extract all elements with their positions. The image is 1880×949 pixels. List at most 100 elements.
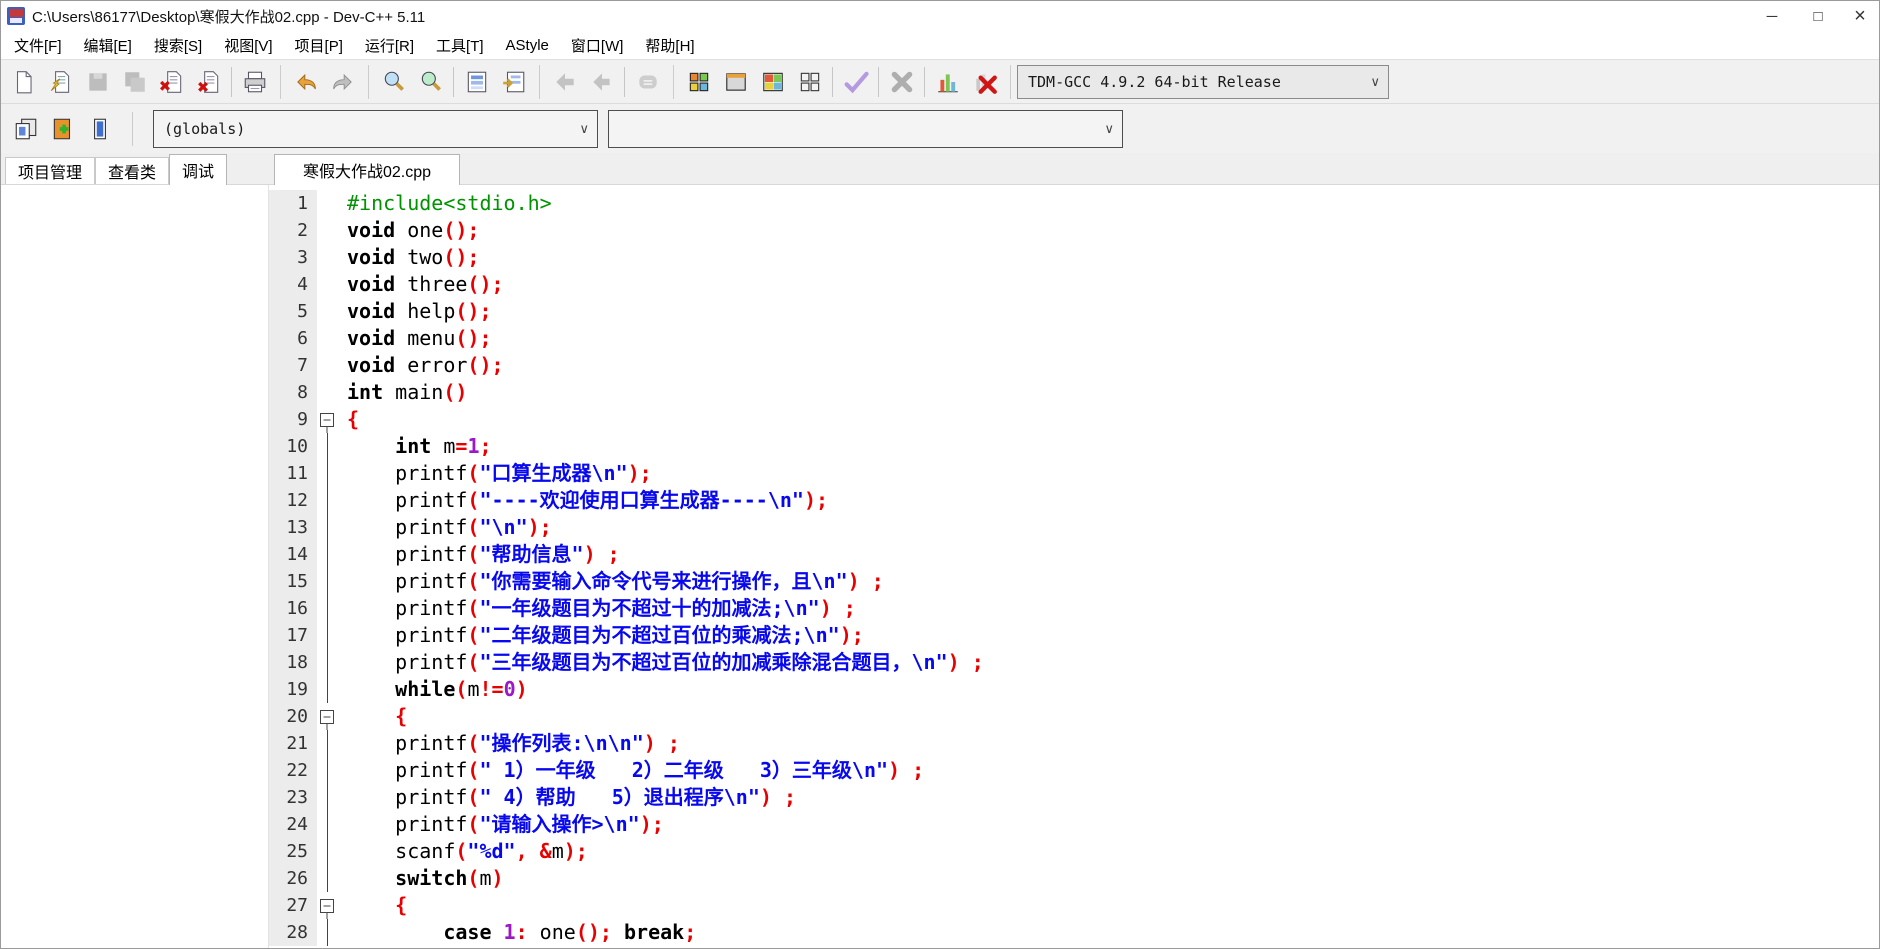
code-line[interactable]: 15 printf("你需要输入命令代号来进行操作，且\n") ; <box>269 568 1879 595</box>
code-area[interactable]: 1 #include<stdio.h> 2 void one(); 3 void two(… <box>269 185 1879 948</box>
code-line[interactable]: 5 void help(); <box>269 298 1879 325</box>
code-line-text[interactable]: void three(); <box>343 271 1879 298</box>
code-line[interactable]: 24 printf("请输入操作>\n"); <box>269 811 1879 838</box>
run-button[interactable] <box>717 65 754 99</box>
close-all-button[interactable] <box>190 65 227 99</box>
code-line[interactable]: 4 void three(); <box>269 271 1879 298</box>
code-line-text[interactable]: #include<stdio.h> <box>343 190 1879 217</box>
code-line-text[interactable]: printf("三年级题目为不超过百位的加减乘除混合题目，\n") ; <box>343 649 1879 676</box>
code-line-text[interactable]: { <box>343 406 1879 433</box>
redo-button[interactable] <box>324 65 361 99</box>
find-in-files-button[interactable] <box>412 65 449 99</box>
code-line-text[interactable]: printf(" 1）一年级 2）二年级 3）三年级\n") ; <box>343 757 1879 784</box>
code-line[interactable]: 1 #include<stdio.h> <box>269 190 1879 217</box>
members-select[interactable]: ∨ <box>608 109 1123 148</box>
code-line[interactable]: 14 printf("帮助信息") ; <box>269 541 1879 568</box>
code-line[interactable]: 17 printf("二年级题目为不超过百位的乘减法;\n"); <box>269 622 1879 649</box>
code-line[interactable]: 25 scanf("%d", &m); <box>269 838 1879 865</box>
code-line-text[interactable]: printf("操作列表:\n\n") ; <box>343 730 1879 757</box>
abort-button[interactable] <box>883 65 920 99</box>
code-line[interactable]: 12 printf("----欢迎使用口算生成器----\n"); <box>269 487 1879 514</box>
menu-project[interactable]: 项目[P] <box>284 32 354 59</box>
pause-button[interactable] <box>629 65 666 99</box>
goto-line-button[interactable] <box>495 65 532 99</box>
code-line[interactable]: 11 printf("口算生成器\n"); <box>269 460 1879 487</box>
code-line[interactable]: 6 void menu(); <box>269 325 1879 352</box>
rebuild-button[interactable] <box>791 65 828 99</box>
back-button[interactable] <box>546 65 583 99</box>
code-line-text[interactable]: printf("帮助信息") ; <box>343 541 1879 568</box>
code-line-text[interactable]: printf("一年级题目为不超过十的加减法;\n") ; <box>343 595 1879 622</box>
forward-button[interactable] <box>583 65 620 99</box>
code-line[interactable]: 23 printf(" 4）帮助 5）退出程序\n") ; <box>269 784 1879 811</box>
code-line[interactable]: 13 printf("\n"); <box>269 514 1879 541</box>
find-button[interactable] <box>375 65 412 99</box>
code-line-text[interactable]: printf("二年级题目为不超过百位的乘减法;\n"); <box>343 622 1879 649</box>
profile-button[interactable] <box>929 65 966 99</box>
code-line-text[interactable]: void two(); <box>343 244 1879 271</box>
menu-help[interactable]: 帮助[H] <box>634 32 705 59</box>
syntax-check-button[interactable] <box>837 65 874 99</box>
new-unit-button[interactable] <box>7 112 44 146</box>
code-line-text[interactable]: int main() <box>343 379 1879 406</box>
code-line-text[interactable]: while(m!=0) <box>343 676 1879 703</box>
code-line-text[interactable]: void menu(); <box>343 325 1879 352</box>
code-line[interactable]: 10 int m=1; <box>269 433 1879 460</box>
code-line-text[interactable]: void help(); <box>343 298 1879 325</box>
insert-snippet-button[interactable] <box>44 112 81 146</box>
code-line-text[interactable]: printf("----欢迎使用口算生成器----\n"); <box>343 487 1879 514</box>
replace-button[interactable] <box>458 65 495 99</box>
code-line-text[interactable]: switch(m) <box>343 865 1879 892</box>
code-line[interactable]: 7 void error(); <box>269 352 1879 379</box>
fold-collapse-icon[interactable] <box>317 406 343 433</box>
undo-button[interactable] <box>287 65 324 99</box>
code-line[interactable]: 2 void one(); <box>269 217 1879 244</box>
close-button[interactable]: × <box>1841 1 1879 31</box>
delete-profile-button[interactable] <box>966 65 1003 99</box>
save-button[interactable] <box>79 65 116 99</box>
code-line[interactable]: 21 printf("操作列表:\n\n") ; <box>269 730 1879 757</box>
editor-tab[interactable]: 寒假大作战02.cpp <box>274 154 461 185</box>
code-line-text[interactable]: { <box>343 892 1879 919</box>
tab-debug[interactable]: 调试 <box>169 154 228 185</box>
code-line[interactable]: 18 printf("三年级题目为不超过百位的加减乘除混合题目，\n") ; <box>269 649 1879 676</box>
code-line[interactable]: 28 case 1: one(); break; <box>269 919 1879 946</box>
compile-run-button[interactable] <box>754 65 791 99</box>
code-line[interactable]: 3 void two(); <box>269 244 1879 271</box>
code-line[interactable]: 9{ <box>269 406 1879 433</box>
code-line-text[interactable]: void error(); <box>343 352 1879 379</box>
code-line-text[interactable]: int m=1; <box>343 433 1879 460</box>
code-line-text[interactable]: { <box>343 703 1879 730</box>
menu-view[interactable]: 视图[V] <box>213 32 283 59</box>
maximize-button[interactable]: □ <box>1795 1 1841 31</box>
code-line[interactable]: 8 int main() <box>269 379 1879 406</box>
minimize-button[interactable]: ─ <box>1749 1 1795 31</box>
code-line-text[interactable]: printf("口算生成器\n"); <box>343 460 1879 487</box>
save-all-button[interactable] <box>116 65 153 99</box>
code-line[interactable]: 19 while(m!=0) <box>269 676 1879 703</box>
menu-astyle[interactable]: AStyle <box>495 34 560 57</box>
menu-file[interactable]: 文件[F] <box>3 32 73 59</box>
code-line-text[interactable]: void one(); <box>343 217 1879 244</box>
menu-tools[interactable]: 工具[T] <box>425 32 495 59</box>
code-line-text[interactable]: printf(" 4）帮助 5）退出程序\n") ; <box>343 784 1879 811</box>
code-line-text[interactable]: printf("你需要输入命令代号来进行操作，且\n") ; <box>343 568 1879 595</box>
close-file-button[interactable] <box>153 65 190 99</box>
new-file-button[interactable] <box>5 65 42 99</box>
globals-select[interactable]: (globals) ∨ <box>153 109 598 148</box>
menu-search[interactable]: 搜索[S] <box>143 32 213 59</box>
menu-run[interactable]: 运行[R] <box>354 32 425 59</box>
code-line-text[interactable]: case 1: one(); break; <box>343 919 1879 946</box>
code-line[interactable]: 27 { <box>269 892 1879 919</box>
open-file-button[interactable] <box>42 65 79 99</box>
tab-project-manager[interactable]: 项目管理 <box>5 157 96 184</box>
code-line[interactable]: 16 printf("一年级题目为不超过十的加减法;\n") ; <box>269 595 1879 622</box>
toggle-bookmark-button[interactable] <box>81 112 118 146</box>
code-line[interactable]: 22 printf(" 1）一年级 2）二年级 3）三年级\n") ; <box>269 757 1879 784</box>
menu-window[interactable]: 窗口[W] <box>560 32 635 59</box>
compile-button[interactable] <box>680 65 717 99</box>
code-line-text[interactable]: scanf("%d", &m); <box>343 838 1879 865</box>
code-line[interactable]: 20 { <box>269 703 1879 730</box>
fold-collapse-icon[interactable] <box>317 892 343 919</box>
menu-edit[interactable]: 编辑[E] <box>73 32 143 59</box>
